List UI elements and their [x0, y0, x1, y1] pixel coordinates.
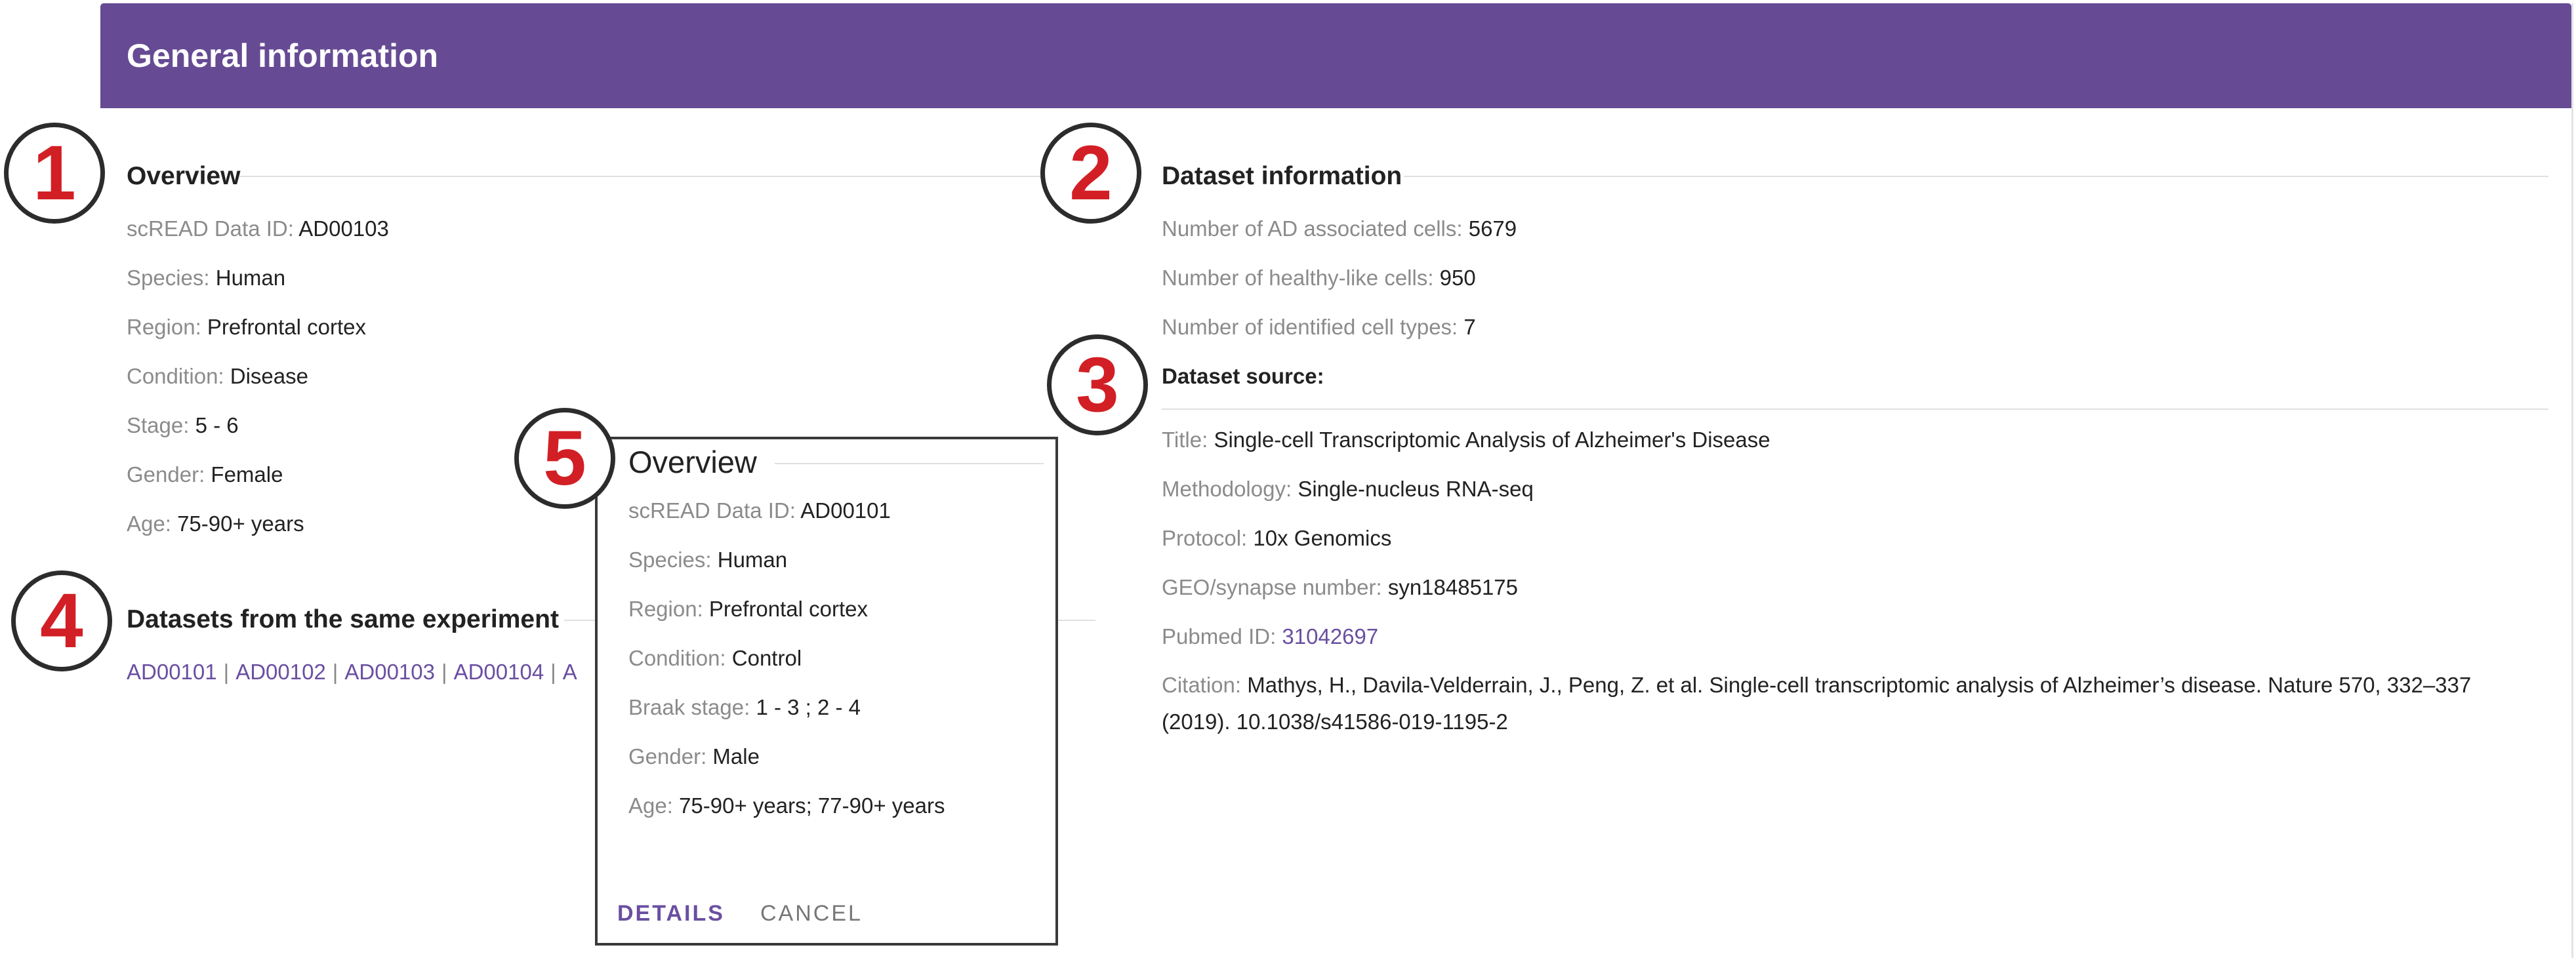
dataset-source-divider: [1162, 409, 2548, 410]
popup-age: Age: 75-90+ years; 77-90+ years: [628, 793, 945, 818]
source-pubmed: Pubmed ID: 31042697: [1162, 624, 1379, 649]
dataset-link-ad00103[interactable]: AD00103: [344, 660, 435, 684]
annotation-marker-2: 2: [1040, 123, 1141, 224]
annotation-marker-4: 4: [11, 570, 112, 671]
dataset-link-truncated[interactable]: A: [563, 660, 577, 684]
dataset-source-title: Dataset source:: [1162, 364, 1324, 388]
overview-title: Overview: [127, 162, 241, 190]
overview-popup: Overview scREAD Data ID: AD00101 Species…: [595, 437, 1058, 946]
source-methodology: Methodology: Single-nucleus RNA-seq: [1162, 477, 1534, 501]
overview-divider: [239, 176, 1095, 177]
cancel-button[interactable]: Cancel: [760, 902, 863, 925]
popup-species: Species: Human: [628, 548, 788, 572]
popup-region: Region: Prefrontal cortex: [628, 597, 869, 621]
dataset-information-title: Dataset information: [1162, 162, 1402, 190]
ad-associated-cells: Number of AD associated cells: 5679: [1162, 216, 1517, 241]
source-protocol: Protocol: 10x Genomics: [1162, 526, 1392, 550]
overview-region: Region: Prefrontal cortex: [127, 315, 367, 339]
healthy-like-cells: Number of healthy-like cells: 950: [1162, 266, 1476, 290]
source-geo-synapse: GEO/synapse number: syn18485175: [1162, 575, 1519, 599]
panel-title: General information: [127, 37, 439, 74]
overview-data-id: scREAD Data ID: AD00103: [127, 216, 389, 241]
dataset-link-ad00101[interactable]: AD00101: [127, 660, 217, 684]
dataset-link-ad00102[interactable]: AD00102: [235, 660, 326, 684]
dataset-information-divider: [1404, 176, 2548, 177]
panel-header: General information: [100, 3, 2571, 108]
popup-divider: [775, 463, 1044, 464]
overview-age: Age: 75-90+ years: [127, 511, 304, 536]
source-title: Title: Single-cell Transcriptomic Analys…: [1162, 428, 1770, 452]
dataset-link-ad00104[interactable]: AD00104: [454, 660, 544, 684]
annotation-marker-5: 5: [514, 408, 615, 509]
annotation-marker-1: 1: [4, 123, 105, 224]
annotation-marker-3: 3: [1047, 334, 1148, 435]
pubmed-link[interactable]: 31042697: [1282, 624, 1378, 649]
popup-data-id: scREAD Data ID: AD00101: [628, 498, 891, 523]
same-experiment-links: AD00101 | AD00102 | AD00103 | AD00104 | A: [127, 660, 577, 684]
overview-stage: Stage: 5 - 6: [127, 413, 239, 437]
popup-gender: Gender: Male: [628, 744, 760, 768]
overview-condition: Condition: Disease: [127, 364, 308, 388]
overview-gender: Gender: Female: [127, 462, 283, 487]
popup-title: Overview: [628, 445, 757, 479]
overview-species: Species: Human: [127, 266, 286, 290]
popup-braak-stage: Braak stage: 1 - 3 ; 2 - 4: [628, 695, 861, 719]
same-experiment-title: Datasets from the same experiment: [127, 605, 559, 633]
details-button[interactable]: Details: [617, 902, 725, 925]
identified-cell-types: Number of identified cell types: 7: [1162, 315, 1476, 339]
popup-condition: Condition: Control: [628, 646, 802, 670]
source-citation: Citation: Mathys, H., Davila-Velderrain,…: [1162, 673, 2472, 734]
